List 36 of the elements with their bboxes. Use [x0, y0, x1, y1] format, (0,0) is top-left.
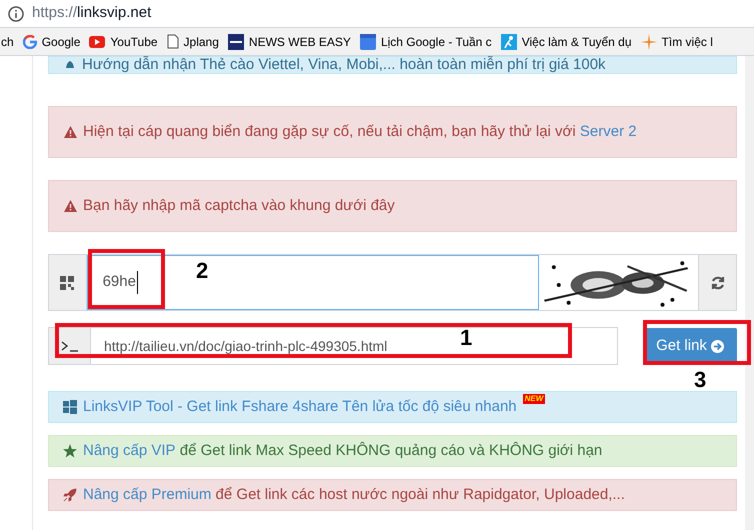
notice-text: để Get link Max Speed KHÔNG quảng cáo và KHÔNG giới hạn [178, 440, 602, 461]
refresh-icon [710, 274, 726, 290]
person-icon [500, 34, 517, 50]
bookmark[interactable]: Google [22, 32, 80, 50]
alert-text: Hiện tại cáp quang biển đang gặp sự cố, nếu tải chậm, bạn hãy thử lại với Server 2 [83, 122, 637, 142]
windows-icon [63, 400, 77, 414]
bookmark[interactable]: Việc làm & Tuyển dụ [500, 32, 632, 50]
bookmark[interactable]: Tìm việc l [640, 32, 713, 50]
info-icon [8, 6, 24, 22]
play-icon [89, 36, 106, 48]
warning-icon [64, 200, 77, 212]
bookmark[interactable]: NEWS WEB EASY [228, 32, 351, 50]
google-icon [22, 34, 37, 48]
bookmark[interactable]: Lịch Google - Tuần c [360, 32, 492, 50]
arrow-circle-icon [710, 340, 724, 352]
page-icon [166, 34, 179, 49]
warning-icon [64, 126, 77, 138]
calendar-icon [360, 34, 376, 50]
alert-text: Bạn hãy nhập mã captcha vào khung dưới đây [83, 196, 395, 216]
qr-code-icon [60, 276, 74, 290]
star-icon [63, 444, 77, 458]
notice-text: để Get link các host nước ngoài như Rapidgator, Uploaded,... [214, 484, 625, 505]
logo-icon [228, 34, 244, 50]
refresh-button[interactable] [698, 255, 736, 310]
star-burst-icon [640, 34, 657, 50]
captcha-text: 69he [102, 271, 138, 294]
rocket-icon [63, 488, 77, 502]
bookmark[interactable]: ch [1, 32, 14, 50]
bell-icon [64, 59, 76, 71]
bookmark[interactable]: YouTube [89, 32, 158, 50]
alert-text: Hướng dẫn nhận Thẻ cào Viettel, Vina, Mobi,... hoàn toàn miễn phí trị giá 100k [82, 54, 606, 75]
new-badge: NEW [522, 394, 546, 404]
annotation-number: 2 [196, 260, 208, 282]
url-text: https://linksvip.net [32, 3, 152, 24]
bookmark[interactable]: Jplang [166, 32, 219, 50]
annotation-number: 3 [694, 369, 706, 391]
